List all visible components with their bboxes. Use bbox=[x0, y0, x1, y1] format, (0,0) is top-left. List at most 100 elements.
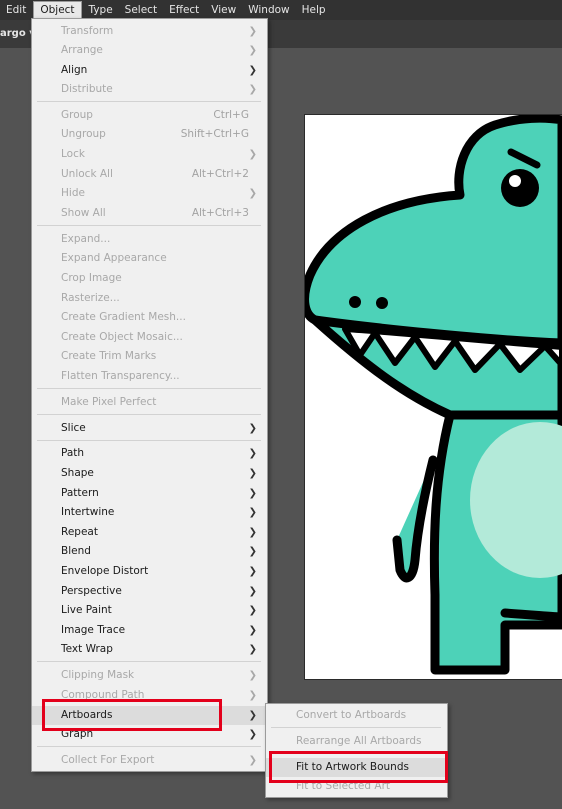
menu-divider bbox=[271, 753, 441, 754]
menu-divider bbox=[37, 225, 261, 226]
menu-item-label: Transform bbox=[61, 25, 114, 37]
chevron-right-icon: ❯ bbox=[248, 423, 257, 434]
shortcut-label: Alt+Ctrl+3 bbox=[191, 207, 249, 219]
chevron-right-icon: ❯ bbox=[248, 188, 257, 199]
menu-item-rasterize: Rasterize... bbox=[32, 289, 267, 308]
menu-item-label: Distribute bbox=[61, 83, 113, 95]
menu-item-artboards[interactable]: Artboards ❯ bbox=[32, 706, 267, 725]
menu-item-label: Convert to Artboards bbox=[296, 709, 407, 721]
chevron-right-icon: ❯ bbox=[248, 84, 257, 95]
menu-edit[interactable]: Edit bbox=[0, 0, 32, 20]
menu-item-label: Slice bbox=[61, 422, 86, 434]
menu-item-perspective[interactable]: Perspective ❯ bbox=[32, 582, 267, 601]
menu-item-label: Expand... bbox=[61, 233, 111, 245]
menu-item-label: Collect For Export bbox=[61, 754, 155, 766]
chevron-right-icon: ❯ bbox=[248, 468, 257, 479]
chevron-right-icon: ❯ bbox=[248, 448, 257, 459]
menu-bar: Edit Object Type Select Effect View Wind… bbox=[0, 0, 562, 20]
menu-item-shape[interactable]: Shape ❯ bbox=[32, 464, 267, 483]
menu-item-intertwine[interactable]: Intertwine ❯ bbox=[32, 503, 267, 522]
menu-view[interactable]: View bbox=[205, 0, 242, 20]
menu-item-compound-path: Compound Path ❯ bbox=[32, 686, 267, 705]
menu-item-label: Group bbox=[61, 109, 93, 121]
menu-item-create-trim-marks: Create Trim Marks bbox=[32, 347, 267, 366]
menu-item-lock: Lock ❯ bbox=[32, 145, 267, 164]
chevron-right-icon: ❯ bbox=[248, 605, 257, 616]
menu-help[interactable]: Help bbox=[296, 0, 332, 20]
menu-item-label: Create Trim Marks bbox=[61, 350, 157, 362]
menu-item-clipping-mask: Clipping Mask ❯ bbox=[32, 666, 267, 685]
menu-object[interactable]: Object bbox=[33, 1, 82, 19]
menu-item-flatten-transparency: Flatten Transparency... bbox=[32, 367, 267, 386]
submenu-item-fit-to-artwork-bounds[interactable]: Fit to Artwork Bounds bbox=[266, 758, 447, 777]
menu-item-label: Graph bbox=[61, 728, 94, 740]
menu-divider bbox=[37, 101, 261, 102]
menu-item-label: Clipping Mask bbox=[61, 669, 135, 681]
chevron-right-icon: ❯ bbox=[248, 586, 257, 597]
chevron-right-icon: ❯ bbox=[248, 527, 257, 538]
menu-item-unlock-all: Unlock All Alt+Ctrl+2 bbox=[32, 165, 267, 184]
chevron-right-icon: ❯ bbox=[248, 507, 257, 518]
menu-item-pattern[interactable]: Pattern ❯ bbox=[32, 484, 267, 503]
artboard[interactable] bbox=[304, 114, 562, 680]
chevron-right-icon: ❯ bbox=[248, 670, 257, 681]
menu-item-label: Compound Path bbox=[61, 689, 145, 701]
object-menu: Transform ❯ Arrange ❯ Align ❯ Distribute ❯ G… bbox=[31, 18, 268, 772]
menu-item-label: Show All bbox=[61, 207, 106, 219]
menu-item-graph[interactable]: Graph ❯ bbox=[32, 725, 267, 744]
chevron-right-icon: ❯ bbox=[248, 729, 257, 740]
menu-item-label: Make Pixel Perfect bbox=[61, 396, 157, 408]
shortcut-label: Ctrl+G bbox=[213, 109, 249, 121]
dinosaur-illustration bbox=[305, 115, 562, 675]
menu-item-label: Artboards bbox=[61, 709, 113, 721]
menu-item-label: Rearrange All Artboards bbox=[296, 735, 422, 747]
menu-item-label: Text Wrap bbox=[61, 643, 113, 655]
menu-divider bbox=[37, 440, 261, 441]
menu-select[interactable]: Select bbox=[119, 0, 163, 20]
menu-item-label: Path bbox=[61, 447, 85, 459]
menu-item-transform: Transform ❯ bbox=[32, 22, 267, 41]
menu-item-label: Fit to Artwork Bounds bbox=[296, 761, 409, 773]
menu-divider bbox=[37, 388, 261, 389]
menu-item-expand: Expand... bbox=[32, 230, 267, 249]
artboards-submenu: Convert to Artboards Rearrange All Artbo… bbox=[265, 703, 448, 798]
chevron-right-icon: ❯ bbox=[248, 65, 257, 76]
menu-type[interactable]: Type bbox=[83, 0, 119, 20]
menu-item-make-pixel-perfect: Make Pixel Perfect bbox=[32, 393, 267, 412]
chevron-right-icon: ❯ bbox=[248, 26, 257, 37]
menu-item-label: Ungroup bbox=[61, 128, 106, 140]
menu-item-crop-image: Crop Image bbox=[32, 269, 267, 288]
menu-item-image-trace[interactable]: Image Trace ❯ bbox=[32, 621, 267, 640]
menu-item-align[interactable]: Align ❯ bbox=[32, 61, 267, 80]
menu-item-live-paint[interactable]: Live Paint ❯ bbox=[32, 601, 267, 620]
menu-item-create-gradient-mesh: Create Gradient Mesh... bbox=[32, 308, 267, 327]
menu-item-label: Arrange bbox=[61, 44, 103, 56]
menu-item-label: Shape bbox=[61, 467, 94, 479]
chevron-right-icon: ❯ bbox=[248, 546, 257, 557]
menu-item-collect-for-export: Collect For Export ❯ bbox=[32, 751, 267, 770]
chevron-right-icon: ❯ bbox=[248, 710, 257, 721]
menu-divider bbox=[271, 727, 441, 728]
menu-divider bbox=[37, 661, 261, 662]
menu-item-expand-appearance: Expand Appearance bbox=[32, 249, 267, 268]
menu-item-path[interactable]: Path ❯ bbox=[32, 444, 267, 463]
menu-item-label: Blend bbox=[61, 545, 91, 557]
menu-item-envelope-distort[interactable]: Envelope Distort ❯ bbox=[32, 562, 267, 581]
menu-item-slice[interactable]: Slice ❯ bbox=[32, 419, 267, 438]
menu-item-label: Lock bbox=[61, 148, 85, 160]
menu-item-label: Create Gradient Mesh... bbox=[61, 311, 186, 323]
menu-item-blend[interactable]: Blend ❯ bbox=[32, 542, 267, 561]
menu-item-distribute: Distribute ❯ bbox=[32, 80, 267, 99]
menu-item-text-wrap[interactable]: Text Wrap ❯ bbox=[32, 640, 267, 659]
menu-item-repeat[interactable]: Repeat ❯ bbox=[32, 523, 267, 542]
menu-item-create-object-mosaic: Create Object Mosaic... bbox=[32, 328, 267, 347]
menu-item-arrange: Arrange ❯ bbox=[32, 41, 267, 60]
menu-effect[interactable]: Effect bbox=[163, 0, 205, 20]
chevron-right-icon: ❯ bbox=[248, 625, 257, 636]
chevron-right-icon: ❯ bbox=[248, 488, 257, 499]
menu-item-label: Crop Image bbox=[61, 272, 122, 284]
menu-item-label: Pattern bbox=[61, 487, 99, 499]
menu-window[interactable]: Window bbox=[242, 0, 295, 20]
submenu-item-rearrange-all-artboards: Rearrange All Artboards bbox=[266, 732, 447, 751]
menu-item-label: Unlock All bbox=[61, 168, 113, 180]
